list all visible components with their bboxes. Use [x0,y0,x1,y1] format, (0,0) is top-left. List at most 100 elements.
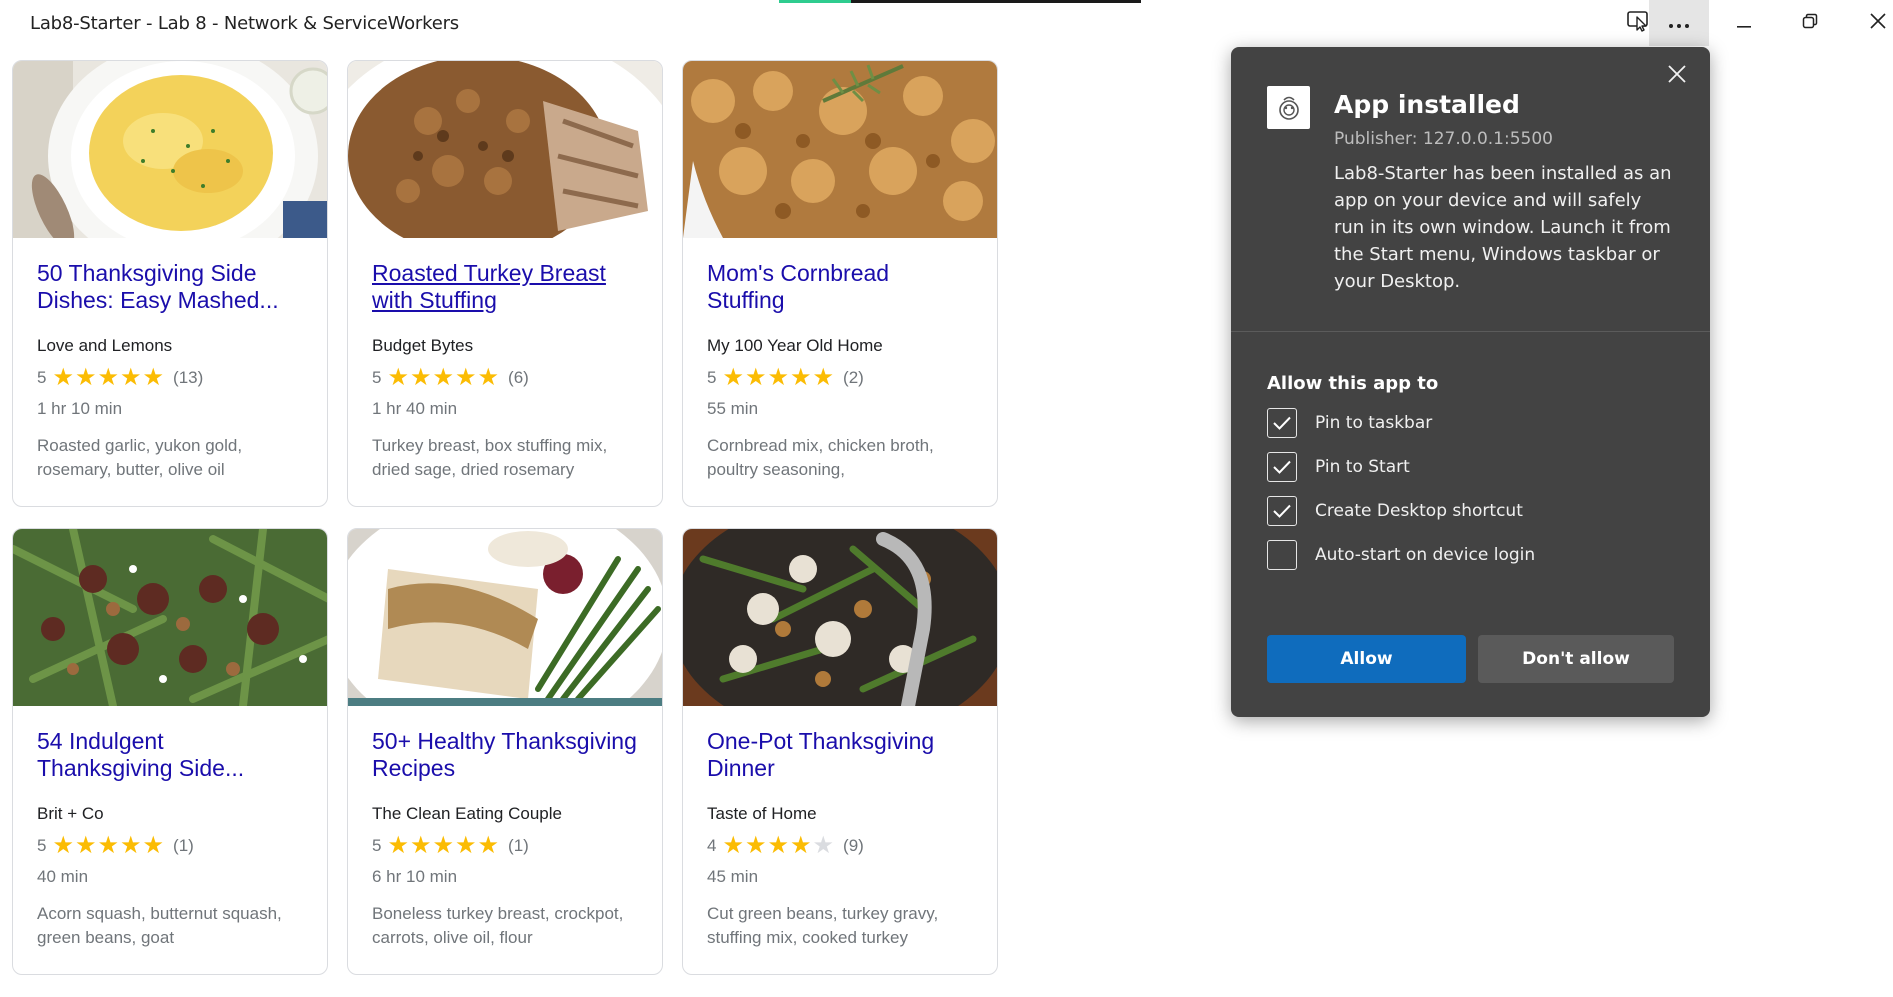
star-icon: ★ [142,364,165,391]
recipe-card-body: 50+ Healthy Thanksgiving Recipes The Clea… [348,706,662,950]
option-pin-to-start[interactable]: Pin to Start [1267,452,1410,482]
recipe-card[interactable]: Mom's Cornbread Stuffing My 100 Year Old … [682,60,998,507]
recipe-image[interactable] [348,529,662,744]
recipe-card-body: 54 Indulgent Thanksgiving Side... Brit + … [13,706,327,950]
allow-button[interactable]: Allow [1267,635,1466,683]
rating-score: 5 [372,836,382,855]
recipe-ingredients: Boneless turkey breast, crockpot, carrot… [372,904,624,947]
more-menu-button[interactable] [1649,0,1709,46]
checkbox[interactable] [1267,540,1297,570]
recipe-time: 1 hr 10 min [37,399,123,418]
recipe-card[interactable]: 50+ Healthy Thanksgiving Recipes The Clea… [347,528,663,975]
popup-close-button[interactable] [1662,61,1692,91]
star-icon: ★ [97,364,120,391]
option-pin-to-taskbar[interactable]: Pin to taskbar [1267,408,1432,438]
star-icon: ★ [142,832,165,859]
rating-stars: ★ ★ ★ ★ ★ [387,832,500,859]
recipe-time: 40 min [37,867,89,886]
checkbox[interactable] [1267,408,1297,438]
recipe-ingredients: Cut green beans, turkey gravy, stuffing … [707,904,939,947]
option-label: Pin to Start [1315,457,1410,477]
review-count: (1) [508,836,529,855]
star-icon: ★ [790,832,812,859]
star-icon: ★ [767,832,790,859]
review-count: (6) [508,368,529,387]
minimize-button[interactable] [1714,0,1774,46]
recipe-card[interactable]: Roasted Turkey Breast with Stuffing Budge… [347,60,663,507]
review-count: (1) [173,836,194,855]
restore-icon [1802,13,1818,34]
popup-divider [1231,331,1710,332]
option-label: Auto-start on device login [1315,545,1536,565]
recipe-title-link[interactable]: Roasted Turkey Breast with Stuffing [372,260,638,314]
recipe-title-link[interactable]: 54 Indulgent Thanksgiving Side... [37,728,303,782]
star-icon: ★ [409,832,432,859]
recipe-rating: 5 ★ ★ ★ ★ ★ (2) [707,364,973,391]
star-icon: ★ [722,364,744,391]
rating-score: 5 [372,368,382,387]
more-icon [1667,13,1691,34]
recipe-title-link[interactable]: 50 Thanksgiving Side Dishes: Easy Mashed… [37,260,303,314]
recipe-rating: 5 ★ ★ ★ ★ ★ (6) [372,364,638,391]
star-icon: ★ [74,832,97,859]
recipe-ingredients: Turkey breast, box stuffing mix, dried s… [372,436,608,479]
rating-stars: ★ ★ ★ ★ ★ [52,832,165,859]
recipe-image[interactable] [683,61,997,238]
recipe-source: My 100 Year Old Home [707,336,883,355]
star-icon: ★ [387,832,409,859]
rating-stars: ★ ★ ★ ★ ★ [387,364,500,391]
star-icon: ★ [74,364,97,391]
star-icon: ★ [455,364,477,391]
star-icon: ★ [744,832,767,859]
recipe-time: 55 min [707,399,759,418]
recipe-card[interactable]: 54 Indulgent Thanksgiving Side... Brit + … [12,528,328,975]
star-icon: ★ [409,364,432,391]
recipe-image[interactable] [13,529,327,710]
star-icon: ★ [790,364,812,391]
recipe-title-link[interactable]: One-Pot Thanksgiving Dinner [707,728,973,782]
rating-stars: ★ ★ ★ ★ ★ [722,364,835,391]
popup-publisher: Publisher: 127.0.0.1:5500 [1334,129,1553,149]
recipe-image[interactable] [348,61,662,331]
review-count: (13) [173,368,204,387]
recipe-card[interactable]: One-Pot Thanksgiving Dinner Taste of Home… [682,528,998,975]
recipe-ingredients: Acorn squash, butternut squash, green be… [37,904,282,947]
star-icon: ★ [52,832,74,859]
checkbox[interactable] [1267,496,1297,526]
star-icon: ★ [812,364,835,391]
recipe-image[interactable] [683,529,997,739]
app-installed-popup: App installed Publisher: 127.0.0.1:5500 … [1231,47,1710,717]
rating-stars: ★ ★ ★ ★ ★ [52,364,165,391]
recipe-rating: 5 ★ ★ ★ ★ ★ (1) [372,832,638,859]
rating-score: 5 [37,368,47,387]
star-icon: ★ [722,832,744,859]
star-icon: ★ [812,832,835,859]
recipe-rating: 5 ★ ★ ★ ★ ★ (1) [37,832,303,859]
recipe-source: Taste of Home [707,804,817,823]
recipe-title-link[interactable]: Mom's Cornbread Stuffing [707,260,973,314]
title-bar: Lab8-Starter - Lab 8 - Network & Service… [0,0,1893,46]
rating-score: 5 [37,836,47,855]
recipe-source: Brit + Co [37,804,104,823]
recipe-title-link[interactable]: 50+ Healthy Thanksgiving Recipes [372,728,638,782]
star-icon: ★ [477,364,500,391]
loading-bar [779,0,1141,3]
recipe-card-body: One-Pot Thanksgiving Dinner Taste of Home… [683,706,997,950]
recipe-source: Love and Lemons [37,336,173,355]
loading-bar-progress [779,0,852,3]
recipe-time: 1 hr 40 min [372,399,458,418]
close-button[interactable] [1848,0,1893,46]
star-icon: ★ [432,364,455,391]
restore-button[interactable] [1780,0,1840,46]
dont-allow-button[interactable]: Don't allow [1478,635,1674,683]
option-desktop-shortcut[interactable]: Create Desktop shortcut [1267,496,1523,526]
option-auto-start[interactable]: Auto-start on device login [1267,540,1535,570]
review-count: (2) [843,368,864,387]
checkmark-icon [1273,460,1291,474]
star-icon: ★ [387,364,409,391]
recipe-card[interactable]: 50 Thanksgiving Side Dishes: Easy Mashed… [12,60,328,507]
star-icon: ★ [744,364,767,391]
checkbox[interactable] [1267,452,1297,482]
popup-description: Lab8-Starter has been installed as an ap… [1334,163,1672,292]
recipe-image[interactable] [13,61,327,271]
